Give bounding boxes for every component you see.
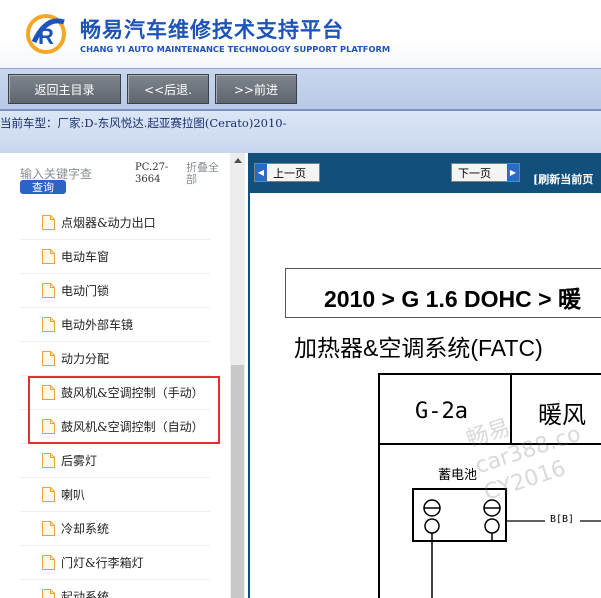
next-page-label: 下一页	[458, 166, 491, 180]
back-button[interactable]: <<后退.	[127, 74, 209, 104]
tree-item[interactable]: 电动门锁	[20, 274, 210, 308]
document-heading-box: 2010 > G 1.6 DOHC > 暖	[285, 268, 601, 318]
document-icon	[42, 487, 55, 502]
viewer-nav-bar: ◀ 上一页 下一页 ▶ [刷新当前页	[250, 153, 601, 193]
vehicle-bar: 当前车型：厂家:D-东风悦达.起亚赛拉图(Cerato)2010-	[0, 111, 601, 153]
app-window: R 畅易汽车维修技术支持平台 CHANG YI AUTO MAINTENANCE…	[0, 0, 601, 598]
refresh-page-link[interactable]: [刷新当前页	[533, 171, 593, 187]
tree-item-label: 电动门锁	[61, 284, 110, 298]
document-icon	[42, 351, 55, 366]
arrow-right-icon: ▶	[507, 164, 519, 181]
tree-item[interactable]: 后雾灯	[20, 444, 210, 478]
next-page-button[interactable]: 下一页 ▶	[451, 163, 520, 182]
document-icon	[42, 317, 55, 332]
tree-item-label: 电动外部车镜	[61, 318, 134, 332]
document-icon	[42, 521, 55, 536]
vehicle-label: 当前车型：	[0, 116, 58, 130]
tree-item[interactable]: 门灯&行李箱灯	[20, 546, 210, 580]
tree-item-label: 后雾灯	[61, 454, 98, 468]
document-subtitle: 加热器&空调系统(FATC)	[294, 335, 543, 361]
tree-item-label: 门灯&行李箱灯	[61, 556, 144, 570]
tree-item[interactable]: 喇叭	[20, 478, 210, 512]
document-icon	[42, 589, 55, 598]
prev-page-label: 上一页	[273, 166, 306, 180]
svg-text:R: R	[38, 24, 54, 49]
home-button[interactable]: 返回主目录	[8, 74, 121, 104]
tree-item[interactable]: 电动车窗	[20, 240, 210, 274]
document-icon	[42, 215, 55, 230]
vehicle-line: 当前车型：厂家:D-东风悦达.起亚赛拉图(Cerato)2010-	[0, 115, 286, 131]
logo-icon: R	[26, 14, 66, 54]
scroll-up-arrow-icon[interactable]	[230, 153, 245, 168]
document-icon	[42, 283, 55, 298]
tree-item-label: 起动系统	[61, 590, 110, 598]
site-subtitle: CHANG YI AUTO MAINTENANCE TECHNOLOGY SUP…	[80, 44, 391, 54]
highlight-annotation	[28, 376, 220, 444]
tree-item[interactable]: 动力分配	[20, 342, 210, 376]
tree-item[interactable]: 点烟器&动力出口	[20, 206, 210, 240]
query-button[interactable]: 查询	[20, 180, 66, 194]
tree-item-label: 点烟器&动力出口	[61, 216, 156, 230]
tree-item[interactable]: 冷却系统	[20, 512, 210, 546]
scroll-thumb[interactable]	[231, 365, 244, 598]
prev-page-button[interactable]: ◀ 上一页	[254, 163, 320, 182]
pc-code: PC.27-3664	[135, 162, 169, 185]
arrow-left-icon: ◀	[255, 164, 267, 181]
vehicle-value: 厂家:D-东风悦达.起亚赛拉图(Cerato)2010-	[57, 116, 287, 130]
main-toolbar: 返回主目录 <<后退. >>前进	[0, 68, 601, 111]
tree-item-label: 喇叭	[61, 488, 86, 502]
document-icon	[42, 453, 55, 468]
collapse-all-link[interactable]: 折叠全部	[186, 162, 224, 186]
tree-item-label: 电动车窗	[61, 250, 110, 264]
sidebar-scrollbar[interactable]	[230, 153, 245, 598]
document-viewer: ◀ 上一页 下一页 ▶ [刷新当前页 2010 > G 1.6 DOHC > 暖…	[248, 153, 601, 598]
forward-button[interactable]: >>前进	[215, 74, 297, 104]
document-icon	[42, 555, 55, 570]
site-header: R 畅易汽车维修技术支持平台 CHANG YI AUTO MAINTENANCE…	[0, 0, 601, 68]
tree-item-label: 动力分配	[61, 352, 110, 366]
document-heading: 2010 > G 1.6 DOHC > 暖	[324, 286, 581, 312]
site-title: 畅易汽车维修技术支持平台	[80, 18, 344, 42]
document-icon	[42, 249, 55, 264]
tree-item[interactable]: 电动外部车镜	[20, 308, 210, 342]
tree-item[interactable]: 起动系统	[20, 580, 210, 598]
tree-item-label: 冷却系统	[61, 522, 110, 536]
